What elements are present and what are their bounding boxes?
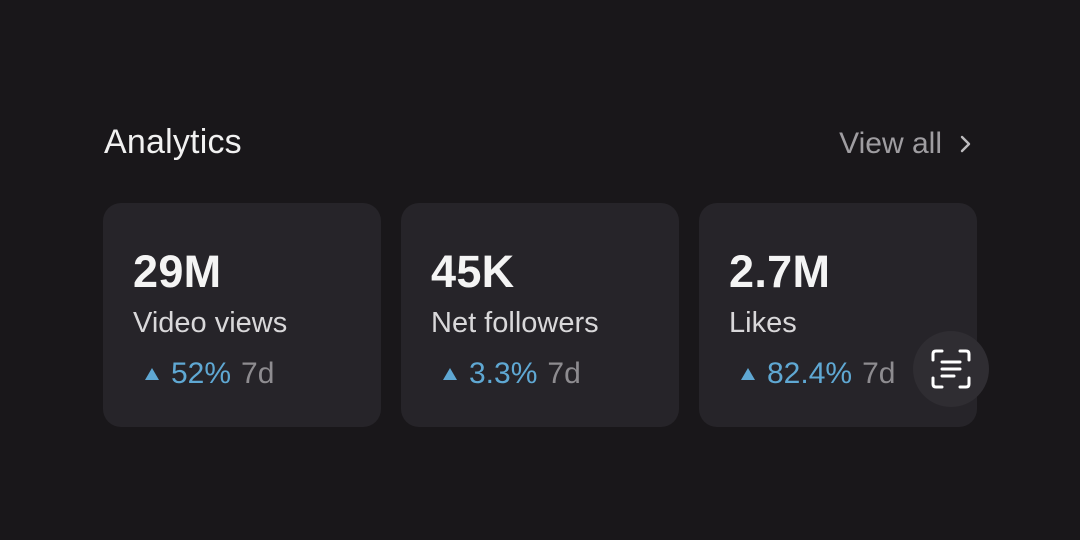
stat-change: 3.3% [469,357,538,390]
stat-trend: 52% 7d [133,355,381,393]
stat-value: 2.7M [729,246,831,297]
triangle-up-icon [741,368,755,380]
stat-period: 7d [862,357,896,390]
stat-card-net-followers[interactable]: 45K Net followers 3.3% 7d [401,203,679,427]
scan-text-button[interactable] [913,331,989,407]
stat-period: 7d [241,357,275,390]
view-all-label: View all [839,127,942,160]
stat-change: 82.4% [767,357,853,390]
stat-label: Video views [133,307,288,339]
stat-change: 52% [171,357,232,390]
stat-label: Net followers [431,307,599,339]
view-all-link[interactable]: View all [839,126,976,162]
stat-cards: 29M Video views 52% 7d 45K Net followers… [103,203,977,427]
scan-text-icon [931,349,971,389]
stat-card-video-views[interactable]: 29M Video views 52% 7d [103,203,381,427]
stat-value: 45K [431,246,515,297]
stat-period: 7d [547,357,581,390]
stat-trend: 3.3% 7d [431,355,679,393]
chevron-right-icon [960,135,971,153]
section-title: Analytics [104,123,242,161]
triangle-up-icon [145,368,159,380]
stat-value: 29M [133,246,222,297]
triangle-up-icon [443,368,457,380]
